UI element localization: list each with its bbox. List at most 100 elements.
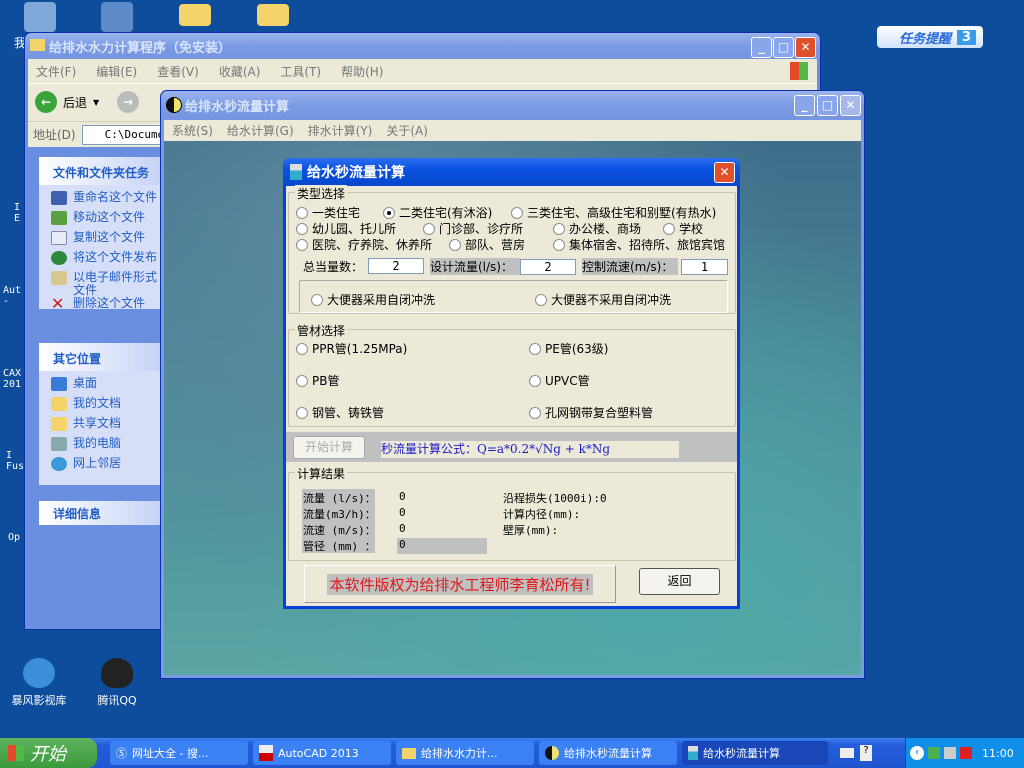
close-button[interactable]: ✕	[840, 95, 861, 116]
place-my-computer[interactable]: 我的电脑	[39, 437, 161, 457]
network-icon[interactable]	[928, 747, 940, 759]
menu-view[interactable]: 查看(V)	[157, 63, 199, 80]
type-radio[interactable]: 门诊部、诊疗所	[423, 220, 523, 237]
file-tasks-title[interactable]: 文件和文件夹任务	[39, 157, 161, 185]
dialog-title: 给水秒流量计算	[307, 165, 405, 181]
task-reminder-count: 3	[957, 29, 977, 45]
taskbar-item[interactable]: 给排水秒流量计算	[539, 741, 677, 765]
radio-label: UPVC管	[545, 374, 590, 388]
task-rename[interactable]: 重命名这个文件	[39, 191, 161, 211]
pipe-radio[interactable]: 孔网钢带复合塑料管	[529, 404, 653, 421]
taskbar-item[interactable]: 给排水水力计...	[396, 741, 534, 765]
menu-drainage[interactable]: 排水计算(Y)	[308, 122, 373, 139]
details-title[interactable]: 详细信息	[39, 501, 161, 525]
menu-file[interactable]: 文件(F)	[36, 63, 76, 80]
type-radio[interactable]: 集体宿舍、招待所、旅馆宾馆	[553, 236, 725, 253]
desktop-icon-shortcut[interactable]	[82, 2, 152, 36]
other-places-panel: 其它位置 桌面 我的文档 共享文档 我的电脑 网上邻居	[39, 343, 161, 485]
total-equivalent-label: 总当量数：	[303, 260, 364, 274]
maximize-button[interactable]: □	[773, 37, 794, 58]
type-radio[interactable]: 幼儿园、托儿所	[296, 220, 396, 237]
help-icon[interactable]: ?	[860, 745, 872, 761]
pipe-radio[interactable]: PPR管(1.25MPa)	[296, 340, 407, 357]
clock[interactable]: 11:00	[982, 747, 1014, 760]
place-label: 我的电脑	[73, 436, 122, 450]
taskbar-item[interactable]: AutoCAD 2013	[253, 741, 391, 765]
dialog-close-button[interactable]: ✕	[714, 162, 735, 183]
task-delete[interactable]: ✕ 删除这个文件	[39, 296, 161, 317]
minimize-button[interactable]: _	[794, 95, 815, 116]
other-places-title[interactable]: 其它位置	[39, 343, 161, 371]
type-radio[interactable]: 一类住宅	[296, 204, 360, 221]
task-publish[interactable]: 将这个文件发布	[39, 251, 161, 271]
type-radio[interactable]: 二类住宅(有沐浴)	[383, 204, 492, 221]
desktop-icon-folder[interactable]	[160, 4, 230, 30]
volume-icon[interactable]	[944, 747, 956, 759]
control-velocity-input[interactable]: 1	[681, 259, 728, 275]
desktop-icon-my-computer[interactable]	[5, 2, 75, 36]
total-equivalent-input[interactable]: 2	[368, 258, 424, 274]
place-desktop[interactable]: 桌面	[39, 377, 161, 397]
expand-tray-icon[interactable]: ‹	[910, 746, 924, 760]
menu-edit[interactable]: 编辑(E)	[96, 63, 137, 80]
design-flow-input[interactable]: 2	[520, 259, 576, 275]
copyright-box: 本软件版权为给排水工程师李育松所有!	[304, 565, 616, 603]
back-button[interactable]: ← 后退 ▼	[35, 91, 99, 113]
flow-dialog: 给水秒流量计算 ✕ 类型选择 一类住宅 二类住宅(有沐浴) 三类住宅、高级住宅和…	[283, 158, 740, 609]
place-my-documents[interactable]: 我的文档	[39, 397, 161, 417]
folder-icon	[402, 747, 416, 759]
menu-system[interactable]: 系统(S)	[172, 122, 213, 139]
desktop-icon-baofeng[interactable]: 暴风影视库	[4, 658, 74, 708]
type-radio[interactable]: 医院、疗养院、休养所	[296, 236, 432, 253]
pipe-group-label: 管材选择	[295, 322, 348, 339]
close-button[interactable]: ✕	[795, 37, 816, 58]
desktop-icon-folder[interactable]	[238, 4, 308, 30]
flush-radio-self-closing[interactable]: 大便器采用自闭冲洗	[311, 291, 435, 308]
flush-radio-no-self-closing[interactable]: 大便器不采用自闭冲洗	[535, 291, 671, 308]
result-velocity-label: 流速 (m/s)：	[303, 524, 376, 537]
pipe-radio[interactable]: PB管	[296, 372, 339, 389]
main-title-bar[interactable]: 给排水秒流量计算	[161, 91, 864, 120]
back-arrow-icon: ←	[35, 91, 57, 113]
menu-about[interactable]: 关于(A)	[386, 122, 428, 139]
maximize-button[interactable]: □	[817, 95, 838, 116]
type-radio[interactable]: 部队、营房	[449, 236, 525, 253]
task-copy[interactable]: 复制这个文件	[39, 231, 161, 251]
result-diameter-label: 管径 (mm) ：	[303, 540, 376, 553]
task-label: 复制这个文件	[73, 230, 146, 244]
task-move[interactable]: 移动这个文件	[39, 211, 161, 231]
menu-water-supply[interactable]: 给水计算(G)	[227, 122, 294, 139]
explorer-title-bar[interactable]: 给排水水力计算程序（免安装）	[25, 33, 820, 59]
place-label: 我的文档	[73, 396, 122, 410]
menu-tools[interactable]: 工具(T)	[280, 63, 321, 80]
radio-label: 钢管、铸铁管	[312, 406, 385, 420]
taskbar-item-active[interactable]: 给水秒流量计算	[682, 741, 828, 765]
antivirus-icon[interactable]	[960, 747, 972, 759]
details-panel: 详细信息	[39, 501, 161, 525]
copyright-text: 本软件版权为给排水工程师李育松所有!	[327, 573, 593, 595]
forward-button[interactable]: →	[117, 91, 139, 113]
start-button[interactable]: 开始	[0, 738, 97, 768]
taskbar-item[interactable]: Ⓢ 网址大全 - 搜...	[110, 741, 248, 765]
type-radio[interactable]: 学校	[663, 220, 703, 237]
radio-label: PE管(63级)	[545, 342, 609, 356]
menu-favorites[interactable]: 收藏(A)	[219, 63, 261, 80]
return-button[interactable]: 返回	[639, 568, 720, 595]
pipe-radio[interactable]: UPVC管	[529, 372, 590, 389]
place-shared-documents[interactable]: 共享文档	[39, 417, 161, 437]
desktop-icon-label: 腾讯QQ	[97, 694, 137, 707]
place-network[interactable]: 网上邻居	[39, 457, 161, 477]
type-radio[interactable]: 三类住宅、高级住宅和别墅(有热水)	[511, 204, 716, 221]
start-calculation-button[interactable]: 开始计算	[293, 436, 365, 459]
keyboard-icon[interactable]	[840, 748, 854, 758]
pipe-radio[interactable]: PE管(63级)	[529, 340, 608, 357]
type-radio[interactable]: 办公楼、商场	[553, 220, 641, 237]
desktop-icon-qq[interactable]: 腾讯QQ	[82, 658, 152, 708]
type-group-label: 类型选择	[295, 185, 348, 202]
result-group-label: 计算结果	[295, 465, 348, 482]
dialog-title-bar[interactable]: 给水秒流量计算	[283, 158, 740, 186]
menu-help[interactable]: 帮助(H)	[341, 63, 383, 80]
minimize-button[interactable]: _	[751, 37, 772, 58]
task-reminder-widget[interactable]: 任务提醒 3	[877, 26, 983, 48]
pipe-radio[interactable]: 钢管、铸铁管	[296, 404, 384, 421]
